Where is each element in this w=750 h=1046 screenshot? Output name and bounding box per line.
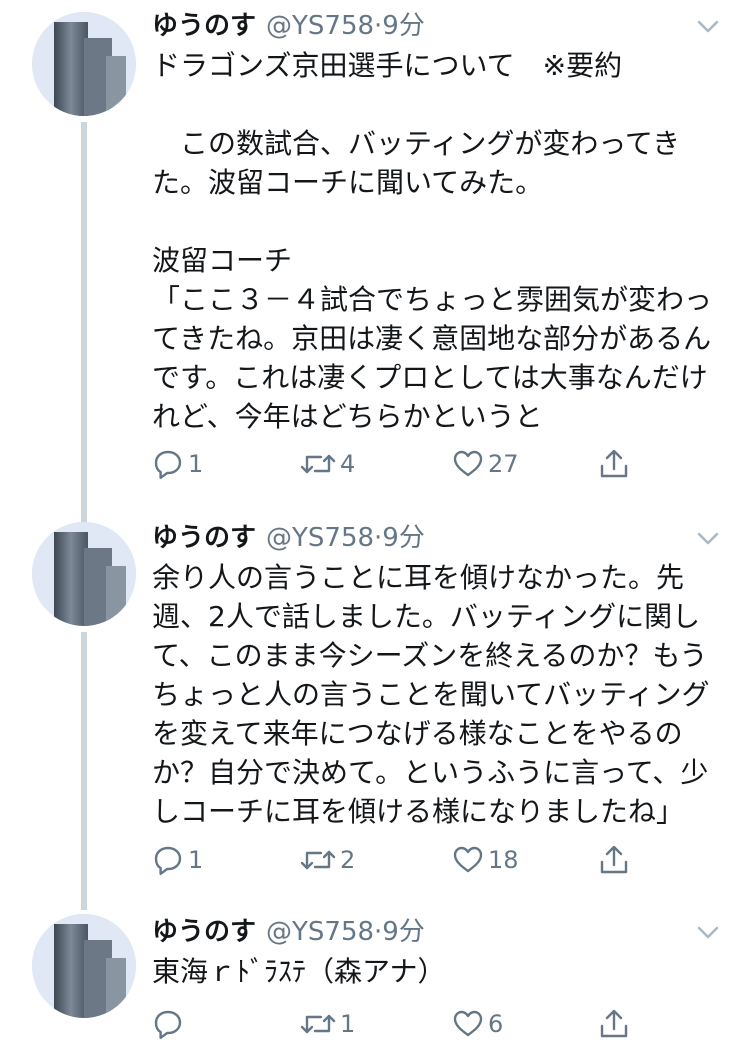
reply-count: 1 [188,450,204,478]
thread-line [81,632,87,910]
avatar[interactable] [32,12,136,116]
reply-icon [152,844,184,876]
timestamp[interactable]: 9分 [382,523,425,553]
avatar-image [32,522,136,626]
display-name[interactable]: ゆうのす [152,523,256,553]
share-icon [598,844,630,876]
user-handle[interactable]: @YS758 [266,523,374,553]
retweet-icon [300,1008,336,1040]
tweet-text: ドラゴンズ京田選手について ※要約 この数試合、バッティングが変わってきた。波留… [152,49,713,433]
share-button[interactable] [598,1004,630,1044]
retweet-icon [300,844,336,876]
reply-icon [152,1008,184,1040]
retweet-button[interactable]: 4 [300,444,355,484]
tweet-header: ゆうのす @YS758·9分 [152,518,425,558]
like-button[interactable]: 6 [452,1004,503,1044]
reply-button[interactable] [152,1004,188,1044]
chevron-down-icon[interactable] [694,12,722,40]
like-button[interactable]: 27 [452,444,519,484]
avatar-image [32,914,136,1018]
reply-icon [152,448,184,480]
tweet-text: 東海ｒﾄﾞﾗｽﾃ（森アナ） [152,955,446,988]
display-name[interactable]: ゆうのす [152,917,256,947]
display-name[interactable]: ゆうのす [152,11,256,41]
share-button[interactable] [598,444,630,484]
tweet[interactable]: ゆうのす @YS758·9分 余り人の言うことに耳を傾けなかった。先週、2人で話し… [0,510,750,910]
reply-count: 1 [188,846,204,874]
tweet-actions: 1 6 [152,1004,652,1044]
tweet[interactable]: ゆうのす @YS758·9分 ドラゴンズ京田選手について ※要約 この数試合、バッ… [0,0,750,510]
retweet-count: 1 [340,1010,356,1038]
tweet-actions: 1 4 27 [152,444,652,484]
chevron-down-icon[interactable] [694,524,722,552]
like-button[interactable]: 18 [452,840,519,880]
timestamp[interactable]: 9分 [382,11,425,41]
tweet-text: 余り人の言うことに耳を傾けなかった。先週、2人で話しました。バッティングに関して… [152,561,710,828]
heart-icon [452,448,484,480]
like-count: 6 [488,1010,504,1038]
heart-icon [452,844,484,876]
like-count: 27 [488,450,519,478]
heart-icon [452,1008,484,1040]
tweet[interactable]: ゆうのす @YS758·9分 東海ｒﾄﾞﾗｽﾃ（森アナ） 1 6 [0,910,750,1046]
retweet-count: 4 [340,450,356,478]
retweet-button[interactable]: 1 [300,1004,355,1044]
retweet-icon [300,448,336,480]
avatar[interactable] [32,522,136,626]
tweet-header: ゆうのす @YS758·9分 [152,912,425,952]
thread-line [81,122,87,510]
retweet-button[interactable]: 2 [300,840,355,880]
share-icon [598,1008,630,1040]
thread-line [81,510,87,522]
chevron-down-icon[interactable] [694,918,722,946]
reply-button[interactable]: 1 [152,444,203,484]
like-count: 18 [488,846,519,874]
tweet-actions: 1 2 18 [152,840,652,880]
tweet-header: ゆうのす @YS758·9分 [152,6,425,46]
share-button[interactable] [598,840,630,880]
user-handle[interactable]: @YS758 [266,11,374,41]
avatar[interactable] [32,914,136,1018]
avatar-image [32,12,136,116]
reply-button[interactable]: 1 [152,840,203,880]
timestamp[interactable]: 9分 [382,917,425,947]
share-icon [598,448,630,480]
user-handle[interactable]: @YS758 [266,917,374,947]
retweet-count: 2 [340,846,356,874]
